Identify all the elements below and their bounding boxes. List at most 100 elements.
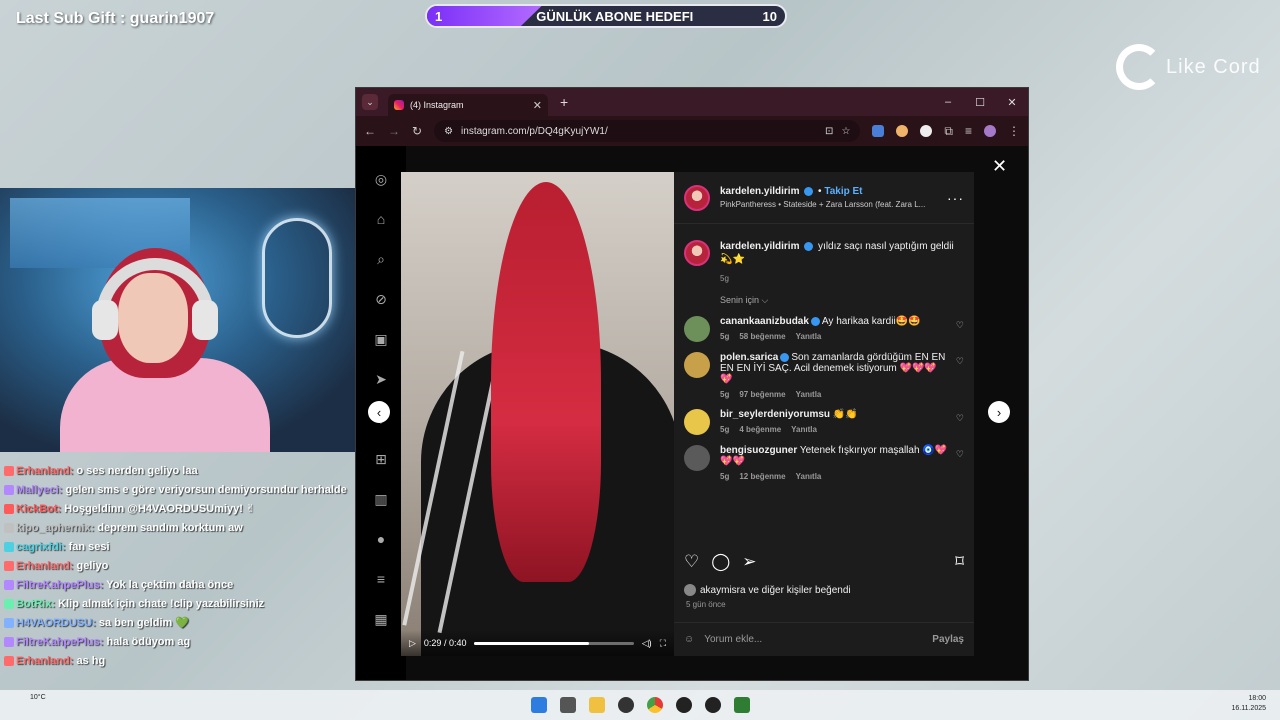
- chat-username[interactable]: Mallyeci:: [16, 484, 62, 496]
- comment-like-heart-icon[interactable]: ♡: [956, 356, 964, 367]
- chat-username[interactable]: BotRix:: [16, 598, 55, 610]
- install-app-icon[interactable]: ⊡: [825, 126, 833, 137]
- chat-badge-icon: [4, 523, 14, 534]
- maximize-button[interactable]: ☐: [964, 96, 996, 109]
- commenter-username[interactable]: bengisuozguner: [720, 445, 797, 456]
- github-icon[interactable]: [675, 697, 692, 713]
- audio-track[interactable]: PinkPantheress • Stateside + Zara Larsso…: [720, 200, 947, 209]
- site-info-icon[interactable]: ⚙: [444, 126, 453, 137]
- instagram-logo-icon[interactable]: ◎: [372, 170, 390, 188]
- tab-close-icon[interactable]: ✕: [533, 99, 542, 112]
- chat-username[interactable]: cagrixfdi:: [16, 541, 66, 553]
- reply-button[interactable]: Yanıtla: [796, 332, 822, 341]
- chat-username[interactable]: kipo_aphernix:: [16, 522, 94, 534]
- browser-menu-icon[interactable]: ⋮: [1008, 124, 1020, 138]
- commenter-avatar[interactable]: [684, 409, 710, 435]
- address-bar[interactable]: ⚙ instagram.com/p/DQ4gKyujYW1/ ⊡ ☆: [434, 120, 861, 142]
- commenter-avatar[interactable]: [684, 352, 710, 378]
- volume-icon[interactable]: ◁): [642, 638, 652, 649]
- explore-icon[interactable]: ⊘: [372, 290, 390, 308]
- terminal-icon[interactable]: [733, 697, 750, 713]
- more-options-icon[interactable]: ···: [947, 190, 964, 206]
- commenter-username[interactable]: canankaanizbudak: [720, 316, 809, 327]
- comment-likes[interactable]: 12 beğenme: [739, 472, 785, 481]
- app-icon[interactable]: [617, 697, 634, 713]
- reels-icon[interactable]: ▣: [372, 330, 390, 348]
- author-username[interactable]: kardelen.yildirim: [720, 186, 799, 197]
- also-from-meta-icon[interactable]: ▦: [372, 610, 390, 628]
- github-desktop-icon[interactable]: [704, 697, 721, 713]
- follow-button[interactable]: Takip Et: [824, 186, 862, 197]
- comment-like-heart-icon[interactable]: ♡: [956, 320, 964, 331]
- chat-username[interactable]: Erhanland:: [16, 655, 73, 667]
- more-menu-icon[interactable]: ≡: [372, 570, 390, 588]
- extensions-puzzle-icon[interactable]: ⧉: [944, 124, 953, 139]
- comment-likes[interactable]: 58 beğenme: [739, 332, 785, 341]
- comment-likes[interactable]: 4 beğenme: [739, 425, 781, 434]
- minimize-button[interactable]: –: [932, 96, 964, 109]
- translate-extension-icon[interactable]: [872, 125, 885, 137]
- comment-likes[interactable]: 97 beğenme: [739, 390, 785, 399]
- task-view-icon[interactable]: [559, 697, 576, 713]
- post-comment-button[interactable]: Paylaş: [932, 634, 964, 645]
- comment-like-heart-icon[interactable]: ♡: [956, 413, 964, 424]
- commenter-username[interactable]: bir_seylerdeniyorumsu: [720, 409, 830, 420]
- save-bookmark-icon[interactable]: ⌑: [955, 552, 964, 572]
- chat-username[interactable]: FiltreKahpePlus:: [16, 579, 103, 591]
- new-tab-button[interactable]: +: [560, 94, 568, 110]
- profile-icon[interactable]: ●: [372, 530, 390, 548]
- commenter-avatar[interactable]: [684, 445, 710, 471]
- messages-icon[interactable]: ➤: [372, 370, 390, 388]
- share-send-icon[interactable]: ➢: [742, 552, 756, 572]
- start-windows-icon[interactable]: [530, 697, 547, 713]
- reply-button[interactable]: Yanıtla: [796, 472, 822, 481]
- chat-username[interactable]: FiltreKahpePlus:: [16, 636, 103, 648]
- chat-username[interactable]: Erhanland:: [16, 465, 73, 477]
- caption-author-username[interactable]: kardelen.yildirim: [720, 241, 799, 252]
- back-icon[interactable]: ←: [364, 124, 376, 138]
- chat-username[interactable]: KickBot:: [16, 503, 61, 515]
- chrome-icon[interactable]: [646, 697, 663, 713]
- extension-icon[interactable]: [896, 125, 909, 137]
- author-avatar[interactable]: [684, 184, 710, 211]
- caption-author-avatar[interactable]: [684, 240, 710, 266]
- video-progress-bar[interactable]: [474, 641, 634, 645]
- play-icon[interactable]: ▷: [409, 638, 416, 649]
- commenter-username[interactable]: polen.sarica: [720, 352, 778, 363]
- system-clock[interactable]: 18:00 16.11.2025: [1231, 694, 1266, 714]
- like-heart-icon[interactable]: ♡: [684, 552, 699, 572]
- close-window-button[interactable]: ✕: [996, 96, 1028, 109]
- search-icon[interactable]: ⌕: [372, 250, 390, 268]
- create-icon[interactable]: ⊞: [372, 450, 390, 468]
- comment-bubble-icon[interactable]: ◯: [711, 552, 730, 572]
- forward-icon[interactable]: →: [388, 124, 400, 138]
- chat-username[interactable]: H4VAORDUSU:: [16, 617, 96, 629]
- reply-button[interactable]: Yanıtla: [791, 425, 817, 434]
- dashboard-icon[interactable]: ▥: [372, 490, 390, 508]
- comment-like-heart-icon[interactable]: ♡: [956, 449, 964, 460]
- home-icon[interactable]: ⌂: [372, 210, 390, 228]
- clock-time: 18:00: [1248, 695, 1266, 702]
- profile-avatar[interactable]: [984, 125, 996, 137]
- tab-search-icon[interactable]: ⌄: [362, 94, 378, 110]
- liked-by-text[interactable]: akaymisra ve diğer kişiler beğendi: [700, 585, 851, 596]
- commenter-avatar[interactable]: [684, 316, 710, 342]
- post-video[interactable]: ▷ 0:29 / 0:40 ◁) ⛶: [401, 172, 674, 656]
- next-post-button[interactable]: ›: [988, 401, 1010, 423]
- file-explorer-icon[interactable]: [588, 697, 605, 713]
- reply-button[interactable]: Yanıtla: [796, 390, 822, 399]
- previous-post-button[interactable]: ‹: [368, 401, 390, 423]
- snapchat-extension-icon[interactable]: [920, 125, 933, 137]
- comment-input[interactable]: [704, 634, 923, 645]
- comment-time: 5g: [720, 332, 730, 341]
- bookmark-star-icon[interactable]: ☆: [841, 126, 850, 137]
- media-control-icon[interactable]: ≡: [965, 124, 972, 138]
- weather-widget[interactable]: 10°C: [30, 694, 46, 701]
- close-modal-icon[interactable]: ✕: [992, 156, 1007, 177]
- chat-username[interactable]: Erhanland:: [16, 560, 73, 572]
- tab-instagram[interactable]: (4) Instagram ✕: [388, 94, 548, 116]
- reload-icon[interactable]: ↻: [412, 124, 422, 138]
- emoji-icon[interactable]: ☺: [684, 634, 694, 645]
- comment-sort-dropdown[interactable]: Senin için ⌵: [674, 285, 974, 306]
- fullscreen-icon[interactable]: ⛶: [660, 638, 666, 649]
